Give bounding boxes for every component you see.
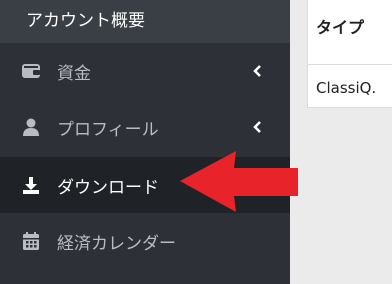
download-icon [22, 176, 40, 194]
sidebar-item-label: 経済カレンダー [57, 233, 176, 254]
chevron-left-icon[interactable] [252, 62, 264, 80]
table-column-header: タイプ [316, 18, 365, 37]
calendar-icon [22, 232, 40, 250]
wallet-icon [22, 62, 40, 80]
sidebar-item-profile[interactable]: プロフィール [0, 99, 290, 155]
table-cell: ClassiQ. [316, 79, 377, 97]
sidebar-item-funds[interactable]: 資金 [0, 43, 290, 99]
red-arrow-icon [180, 151, 298, 212]
sidebar-item-label: ダウンロード [57, 177, 159, 198]
user-icon [22, 118, 40, 136]
data-table: タイプ ClassiQ. [307, 0, 392, 108]
sidebar-item-label: 資金 [57, 63, 91, 84]
sidebar: アカウント概要 資金 プロフィール ダウンロード 経済カレンダー [0, 0, 290, 284]
sidebar-item-label: プロフィール [57, 119, 159, 140]
sidebar-item-economic-calendar[interactable]: 経済カレンダー [0, 213, 290, 269]
chevron-left-icon[interactable] [252, 118, 264, 136]
divider [308, 64, 392, 65]
sidebar-title: アカウント概要 [0, 0, 290, 43]
